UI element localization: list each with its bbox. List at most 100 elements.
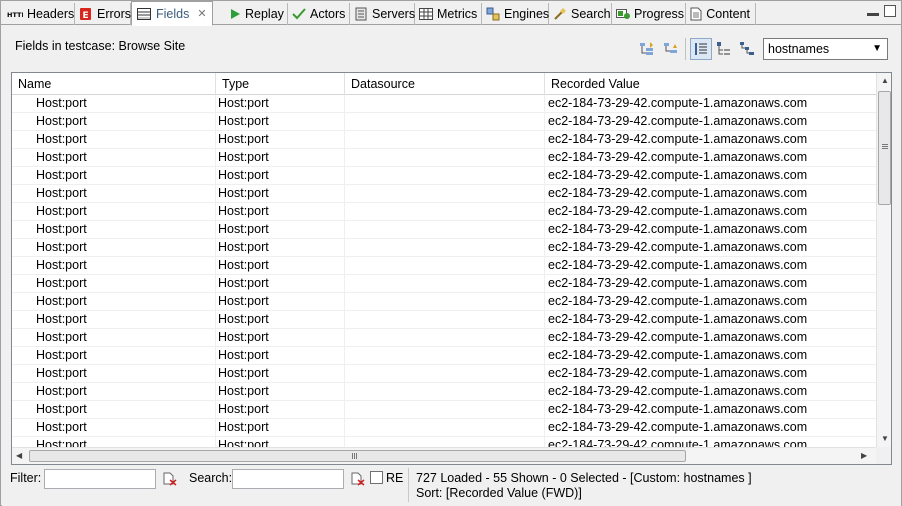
svg-text:E: E (83, 11, 89, 21)
table-body: Host:port Host:port ec2-184-73-29-42.compu… (12, 95, 876, 455)
cell-recorded-value: ec2-184-73-29-42.compute-1.amazonaws.com (548, 258, 808, 272)
cell-name: Host:port (12, 347, 216, 365)
tab-servers[interactable]: Servers (350, 3, 415, 25)
table-row[interactable]: Host:port Host:port ec2-184-73-29-42.compu… (12, 149, 876, 167)
cell-datasource (345, 347, 545, 365)
vertical-scrollbar[interactable]: ▲ ▼ (876, 73, 891, 447)
cell-datasource (345, 329, 545, 347)
tab-headers[interactable]: HTTP Headers (3, 3, 75, 25)
cell-recorded-value: ec2-184-73-29-42.compute-1.amazonaws.com (548, 294, 808, 308)
horizontal-scrollbar[interactable]: ◀ ▶ (12, 447, 876, 464)
cell-datasource (345, 131, 545, 149)
expand-all-button[interactable] (636, 38, 658, 60)
cell-name: Host:port (12, 203, 216, 221)
cell-datasource (345, 311, 545, 329)
hierarchy-button[interactable] (736, 38, 758, 60)
cell-type: Host:port (216, 419, 345, 437)
error-icon: E (79, 6, 93, 22)
table-row[interactable]: Host:port Host:port ec2-184-73-29-42.compu… (12, 401, 876, 419)
tab-actors[interactable]: Actors (288, 3, 350, 25)
tab-label: Metrics (437, 7, 478, 21)
tab-engines[interactable]: Engines (482, 3, 549, 25)
cell-datasource (345, 275, 545, 293)
fields-table: Name Type Datasource Recorded Value Host… (11, 72, 892, 465)
table-row[interactable]: Host:port Host:port ec2-184-73-29-42.compu… (12, 221, 876, 239)
scroll-up-icon[interactable]: ▲ (881, 76, 889, 85)
cell-datasource (345, 383, 545, 401)
scroll-down-icon[interactable]: ▼ (881, 434, 889, 443)
table-row[interactable]: Host:port Host:port ec2-184-73-29-42.compu… (12, 113, 876, 131)
cell-type: Host:port (216, 347, 345, 365)
cell-recorded-value: ec2-184-73-29-42.compute-1.amazonaws.com (548, 150, 808, 164)
tab-errors[interactable]: E Errors (75, 3, 131, 25)
fields-panel: Fields in testcase: Browse Site hostname… (2, 26, 901, 506)
tab-fields[interactable]: Fields ✕ (131, 1, 213, 26)
cell-type: Host:port (216, 221, 345, 239)
table-row[interactable]: Host:port Host:port ec2-184-73-29-42.compu… (12, 185, 876, 203)
minimize-button[interactable] (867, 13, 879, 16)
table-row[interactable]: Host:port Host:port ec2-184-73-29-42.compu… (12, 347, 876, 365)
close-icon[interactable]: ✕ (197, 7, 206, 20)
cell-name: Host:port (12, 311, 216, 329)
view-mode-select[interactable]: hostnames ▼ (763, 38, 888, 60)
table-row[interactable]: Host:port Host:port ec2-184-73-29-42.compu… (12, 383, 876, 401)
cell-recorded-value: ec2-184-73-29-42.compute-1.amazonaws.com (548, 402, 808, 416)
table-row[interactable]: Host:port Host:port ec2-184-73-29-42.compu… (12, 167, 876, 185)
cell-type: Host:port (216, 95, 345, 113)
cell-datasource (345, 185, 545, 203)
table-row[interactable]: Host:port Host:port ec2-184-73-29-42.compu… (12, 203, 876, 221)
cell-datasource (345, 419, 545, 437)
fields-view-window: HTTP Headers E Errors Fields ✕ Replay (0, 0, 902, 506)
tab-content[interactable]: Content (686, 3, 756, 25)
table-row[interactable]: Host:port Host:port ec2-184-73-29-42.compu… (12, 329, 876, 347)
tab-metrics[interactable]: Metrics (415, 3, 482, 25)
column-header-type[interactable]: Type (216, 73, 345, 95)
table-header: Name Type Datasource Recorded Value (12, 73, 876, 95)
column-header-datasource[interactable]: Datasource (345, 73, 545, 95)
engines-icon (486, 6, 500, 22)
clear-filter-button[interactable] (159, 468, 181, 490)
table-row[interactable]: Host:port Host:port ec2-184-73-29-42.compu… (12, 239, 876, 257)
table-row[interactable]: Host:port Host:port ec2-184-73-29-42.compu… (12, 131, 876, 149)
clear-search-button[interactable] (347, 468, 369, 490)
svg-text:HTTP: HTTP (7, 11, 23, 19)
cell-type: Host:port (216, 113, 345, 131)
scroll-left-icon[interactable]: ◀ (16, 451, 22, 460)
cell-datasource (345, 239, 545, 257)
maximize-button[interactable] (884, 5, 896, 17)
table-row[interactable]: Host:port Host:port ec2-184-73-29-42.compu… (12, 95, 876, 113)
collapse-all-button[interactable] (660, 38, 682, 60)
column-header-recorded-value[interactable]: Recorded Value (545, 73, 876, 95)
filter-input[interactable] (44, 469, 156, 489)
scroll-right-icon[interactable]: ▶ (861, 451, 867, 460)
tab-replay[interactable]: Replay (225, 3, 288, 25)
cell-type: Host:port (216, 167, 345, 185)
dropdown-arrow-icon: ▼ (872, 43, 882, 54)
tab-progress[interactable]: Progress (612, 3, 686, 25)
search-input[interactable] (232, 469, 344, 489)
cell-type: Host:port (216, 257, 345, 275)
collapse-tree-icon (664, 43, 677, 53)
table-row[interactable]: Host:port Host:port ec2-184-73-29-42.compu… (12, 293, 876, 311)
regex-checkbox[interactable] (370, 471, 383, 484)
cell-recorded-value: ec2-184-73-29-42.compute-1.amazonaws.com (548, 312, 808, 326)
regex-label: RE (386, 471, 404, 485)
table-row[interactable]: Host:port Host:port ec2-184-73-29-42.compu… (12, 275, 876, 293)
tab-search[interactable]: Search (549, 3, 612, 25)
table-row[interactable]: Host:port Host:port ec2-184-73-29-42.compu… (12, 419, 876, 437)
table-row[interactable]: Host:port Host:port ec2-184-73-29-42.compu… (12, 257, 876, 275)
column-header-name[interactable]: Name (12, 73, 216, 95)
table-row[interactable]: Host:port Host:port ec2-184-73-29-42.compu… (12, 365, 876, 383)
cell-recorded-value: ec2-184-73-29-42.compute-1.amazonaws.com (548, 330, 808, 344)
vertical-scroll-thumb[interactable] (878, 91, 891, 205)
cell-name: Host:port (12, 95, 216, 113)
cell-recorded-value: ec2-184-73-29-42.compute-1.amazonaws.com (548, 132, 808, 146)
table-row[interactable]: Host:port Host:port ec2-184-73-29-42.compu… (12, 311, 876, 329)
flat-list-button[interactable] (690, 38, 712, 60)
grouped-list-button[interactable] (713, 38, 735, 60)
cell-datasource (345, 113, 545, 131)
page-title: Fields in testcase: Browse Site (15, 39, 186, 53)
cell-datasource (345, 203, 545, 221)
horizontal-scroll-thumb[interactable] (29, 450, 686, 462)
filter-label: Filter: (10, 471, 42, 485)
